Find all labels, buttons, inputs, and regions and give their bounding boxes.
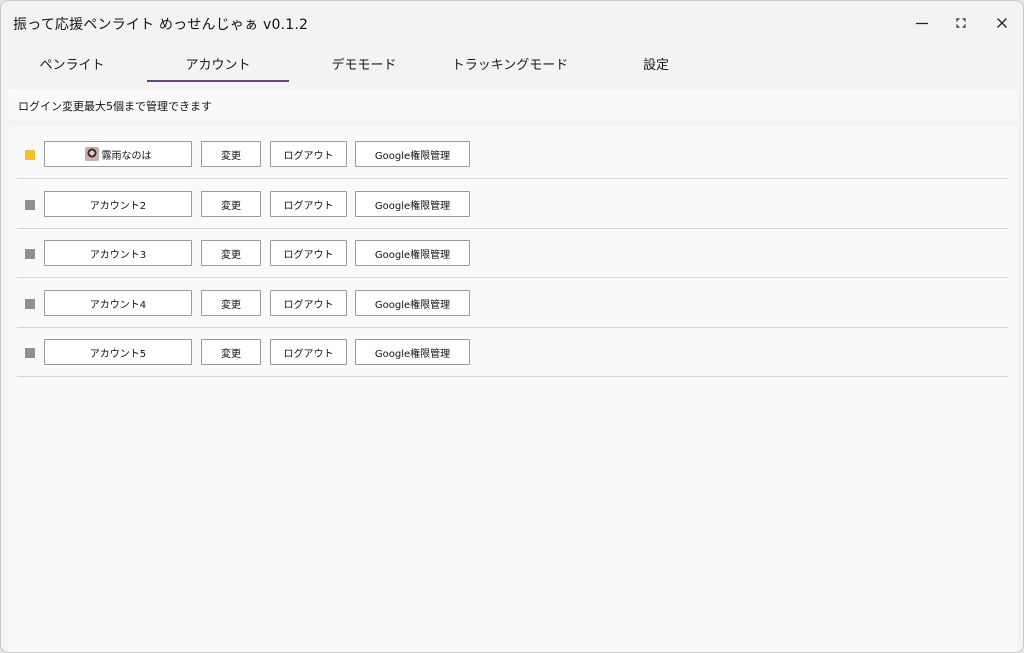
google-permission-label: Google権限管理 — [374, 200, 451, 212]
maximize-button[interactable] — [947, 9, 975, 37]
logout-label: ログアウト — [283, 348, 334, 360]
change-label: 変更 — [221, 150, 241, 162]
minimize-button[interactable] — [908, 9, 936, 37]
google-permission-label: Google権限管理 — [374, 249, 451, 261]
google-permission-button[interactable]: Google権限管理 — [355, 141, 470, 167]
tab-settings[interactable]: 設定 — [585, 45, 727, 81]
tab-tracking-mode[interactable]: トラッキングモード — [439, 45, 581, 81]
change-label: 変更 — [221, 200, 241, 212]
google-permission-button[interactable]: Google権限管理 — [355, 240, 470, 266]
inactive-indicator — [25, 249, 35, 259]
change-button[interactable]: 変更 — [201, 240, 261, 266]
logout-button[interactable]: ログアウト — [270, 290, 347, 316]
close-icon — [997, 18, 1007, 28]
tab-label: ペンライト — [39, 57, 105, 73]
login-change-label: ログイン変更 — [18, 100, 84, 113]
change-button[interactable]: 変更 — [201, 141, 261, 167]
logout-button[interactable]: ログアウト — [270, 240, 347, 266]
info-bar: ログイン変更 最大5個まで管理できます — [8, 89, 1017, 120]
account-name: 霧雨なのは — [101, 150, 152, 162]
change-label: 変更 — [221, 348, 241, 360]
tab-demo-mode[interactable]: デモモード — [293, 45, 435, 81]
account-name-button[interactable]: アカウント3 — [44, 240, 192, 266]
change-button[interactable]: 変更 — [201, 191, 261, 217]
maximize-icon — [956, 18, 966, 28]
accounts-panel: 霧雨なのは 変更 ログアウト Google権限管理 アカウント2 変更 ログアウ… — [8, 127, 1017, 652]
tab-account[interactable]: アカウント — [147, 45, 289, 82]
logout-button[interactable]: ログアウト — [270, 339, 347, 365]
active-indicator — [25, 150, 35, 160]
window-title: 振って応援ペンライト めっせんじゃぁ v0.1.2 — [13, 17, 309, 33]
tab-label: 設定 — [642, 57, 669, 73]
account-name: アカウント5 — [89, 348, 147, 360]
title-bar[interactable]: 振って応援ペンライト めっせんじゃぁ v0.1.2 — [1, 1, 1023, 45]
account-name-button[interactable]: 霧雨なのは — [44, 141, 192, 167]
avatar — [84, 147, 99, 161]
tab-label: デモモード — [331, 57, 397, 73]
inactive-indicator — [25, 348, 35, 358]
logout-label: ログアウト — [283, 249, 334, 261]
account-name-button[interactable]: アカウント4 — [44, 290, 192, 316]
account-row: アカウント2 変更 ログアウト Google権限管理 — [17, 179, 1008, 229]
logout-label: ログアウト — [283, 150, 334, 162]
account-name-button[interactable]: アカウント5 — [44, 339, 192, 365]
account-name: アカウント3 — [89, 249, 147, 261]
account-row: アカウント5 変更 ログアウト Google権限管理 — [17, 327, 1008, 377]
max-accounts-note: 最大5個まで管理できます — [84, 100, 212, 113]
account-name-button[interactable]: アカウント2 — [44, 191, 192, 217]
close-button[interactable] — [988, 9, 1016, 37]
google-permission-button[interactable]: Google権限管理 — [355, 191, 470, 217]
google-permission-label: Google権限管理 — [374, 150, 451, 162]
tab-bar: ペンライト アカウント デモモード トラッキングモード 設定 — [1, 45, 1023, 83]
logout-label: ログアウト — [283, 200, 334, 212]
app-window: 振って応援ペンライト めっせんじゃぁ v0.1.2 ペンライト アカウント デモ… — [0, 0, 1024, 653]
tab-label: トラッキングモード — [451, 57, 569, 73]
tab-penlight[interactable]: ペンライト — [1, 45, 143, 81]
account-row: アカウント4 変更 ログアウト Google権限管理 — [17, 278, 1008, 328]
logout-label: ログアウト — [283, 299, 334, 311]
inactive-indicator — [25, 299, 35, 309]
change-button[interactable]: 変更 — [201, 290, 261, 316]
account-row: 霧雨なのは 変更 ログアウト Google権限管理 — [17, 129, 1008, 179]
tab-label: アカウント — [185, 57, 251, 73]
change-button[interactable]: 変更 — [201, 339, 261, 365]
account-name: アカウント2 — [89, 200, 147, 212]
change-label: 変更 — [221, 249, 241, 261]
logout-button[interactable]: ログアウト — [270, 191, 347, 217]
google-permission-label: Google権限管理 — [374, 299, 451, 311]
change-label: 変更 — [221, 299, 241, 311]
account-name: アカウント4 — [89, 299, 147, 311]
google-permission-label: Google権限管理 — [374, 348, 451, 360]
inactive-indicator — [25, 200, 35, 210]
account-row: アカウント3 変更 ログアウト Google権限管理 — [17, 228, 1008, 278]
minimize-icon — [916, 22, 928, 25]
logout-button[interactable]: ログアウト — [270, 141, 347, 167]
google-permission-button[interactable]: Google権限管理 — [355, 339, 470, 365]
google-permission-button[interactable]: Google権限管理 — [355, 290, 470, 316]
